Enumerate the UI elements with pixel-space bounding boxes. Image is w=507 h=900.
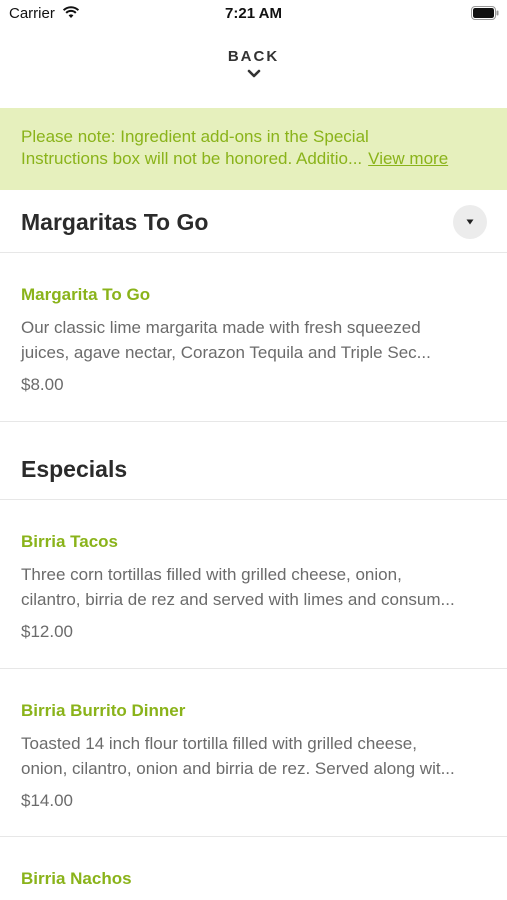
item-price: $12.00 xyxy=(21,622,73,641)
notice-text-line-1: Please note: Ingredient add-ons in the S… xyxy=(21,127,369,146)
battery-icon xyxy=(471,6,499,20)
menu-item[interactable]: Birria Nachos xyxy=(21,869,491,889)
section-title-especials: Especials xyxy=(21,456,128,482)
notice-banner: Please note: Ingredient add-ons in the S… xyxy=(0,108,507,190)
divider xyxy=(0,421,507,422)
item-description: Our classic lime margarita made with fre… xyxy=(21,315,491,365)
item-name: Birria Tacos xyxy=(21,532,119,551)
notice-text-line-2: Instructions box will not be honored. Ad… xyxy=(21,148,487,170)
item-description-line-1: Toasted 14 inch flour tortilla filled wi… xyxy=(21,734,417,753)
status-bar: Carrier 7:21 AM xyxy=(0,0,507,28)
item-name: Birria Burrito Dinner xyxy=(21,701,186,720)
view-more-link[interactable]: View more xyxy=(368,149,448,168)
divider xyxy=(0,668,507,669)
item-description-line-2: juices, agave nectar, Corazon Tequila an… xyxy=(21,343,431,362)
caret-down-icon xyxy=(466,219,474,225)
menu-item[interactable]: Margarita To Go Our classic lime margari… xyxy=(21,285,491,395)
item-description: Toasted 14 inch flour tortilla filled wi… xyxy=(21,731,491,781)
item-description-line-2: onion, cilantro, onion and birria de rez… xyxy=(21,759,455,778)
divider xyxy=(0,836,507,837)
back-label: BACK xyxy=(227,48,280,65)
menu-item[interactable]: Birria Burrito Dinner Toasted 14 inch fl… xyxy=(21,701,491,811)
menu-item[interactable]: Birria Tacos Three corn tortillas filled… xyxy=(21,532,491,642)
item-description-line-2: cilantro, birria de rez and served with … xyxy=(21,590,455,609)
back-button[interactable]: BACK xyxy=(0,48,507,79)
notice-text-line-2-text: Instructions box will not be honored. Ad… xyxy=(21,149,363,168)
chevron-down-icon xyxy=(247,69,260,78)
item-price: $14.00 xyxy=(21,791,73,810)
divider xyxy=(0,499,507,500)
category-dropdown-button[interactable] xyxy=(453,205,487,239)
item-description-line-1: Three corn tortillas filled with grilled… xyxy=(21,565,402,584)
item-description: Three corn tortillas filled with grilled… xyxy=(21,562,491,612)
item-description-line-1: Our classic lime margarita made with fre… xyxy=(21,318,421,337)
item-name: Birria Nachos xyxy=(21,869,132,888)
item-name: Margarita To Go xyxy=(21,285,151,304)
section-title-margaritas: Margaritas To Go xyxy=(21,209,209,235)
divider xyxy=(0,252,507,253)
status-time: 7:21 AM xyxy=(225,5,282,22)
item-price: $8.00 xyxy=(21,375,64,394)
